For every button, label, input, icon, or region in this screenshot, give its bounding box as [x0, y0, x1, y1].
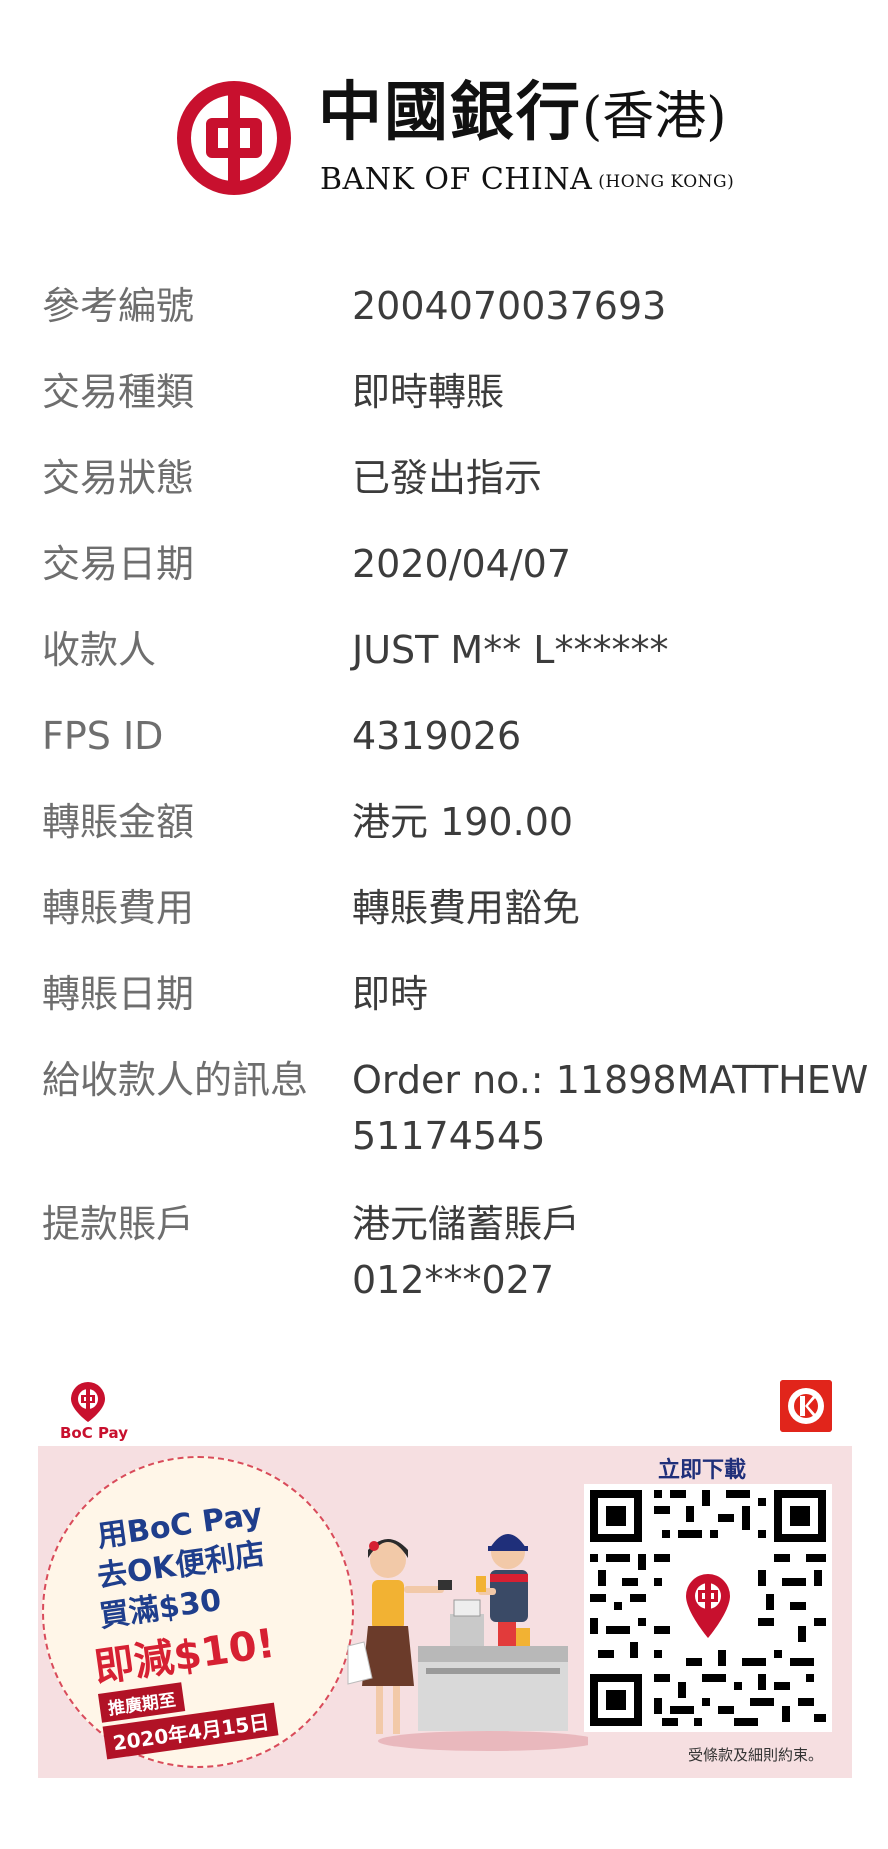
- detail-value: 4319026: [352, 714, 522, 758]
- detail-label: 轉賬金額: [42, 800, 195, 844]
- detail-value: 已發出指示: [352, 456, 543, 500]
- account-number: 012***027: [352, 1258, 555, 1302]
- detail-value: 轉賬費用豁免: [352, 886, 581, 930]
- detail-label: 轉賬費用: [42, 886, 195, 930]
- terms-note: 受條款及細則約束。: [688, 1746, 824, 1764]
- cashier-illustration-icon: [347, 1534, 588, 1751]
- promo-banner[interactable]: 用BoC Pay 去OK便利店 買滿$30 即減$10! 推廣期至 2020年4…: [38, 1446, 852, 1778]
- detail-value: 即時: [352, 972, 429, 1016]
- detail-value: 即時轉賬: [352, 370, 505, 414]
- detail-value: 港元 190.00: [352, 800, 574, 844]
- promo-section: BoC Pay 用BoC Pay 去OK便利店 買滿$30 即減$10! 推廣期…: [0, 1378, 888, 1778]
- detail-label: 交易日期: [42, 542, 195, 586]
- detail-label: 收款人: [42, 628, 157, 672]
- download-now-label: 立即下載: [658, 1458, 747, 1483]
- message-line-2: 51174545: [352, 1114, 546, 1158]
- detail-label: 轉賬日期: [42, 972, 195, 1016]
- qr-code-icon: [590, 1490, 826, 1726]
- detail-value: 港元儲蓄賬戶 012***027: [352, 1196, 852, 1308]
- detail-value: 2020/04/07: [352, 542, 572, 586]
- detail-label: 參考編號: [42, 284, 195, 328]
- bank-header: 中國銀行(香港) BANK OF CHINA (HONG KONG): [0, 72, 888, 202]
- detail-label: 交易種類: [42, 370, 195, 414]
- detail-label: 交易狀態: [42, 456, 195, 500]
- detail-value: Order no.: 11898MATTHEW 51174545: [352, 1052, 869, 1164]
- bank-chinese-name: 中國銀行(香港): [318, 75, 727, 150]
- qr-code[interactable]: [584, 1484, 832, 1732]
- bank-of-china-logo-icon: [177, 81, 291, 195]
- detail-value: 2004070037693: [352, 284, 667, 328]
- circle-k-logo-icon: [780, 1380, 832, 1432]
- bocpay-label: BoC Pay: [60, 1424, 128, 1442]
- detail-value: JUST M** L******: [352, 628, 669, 672]
- bank-english-name: BANK OF CHINA (HONG KONG): [320, 162, 735, 197]
- detail-label: 提款賬戶: [42, 1202, 195, 1246]
- detail-label: FPS ID: [42, 714, 164, 758]
- detail-label: 給收款人的訊息: [42, 1058, 309, 1102]
- message-line-1: Order no.: 11898MATTHEW: [352, 1058, 869, 1102]
- account-type: 港元儲蓄賬戶: [352, 1202, 581, 1246]
